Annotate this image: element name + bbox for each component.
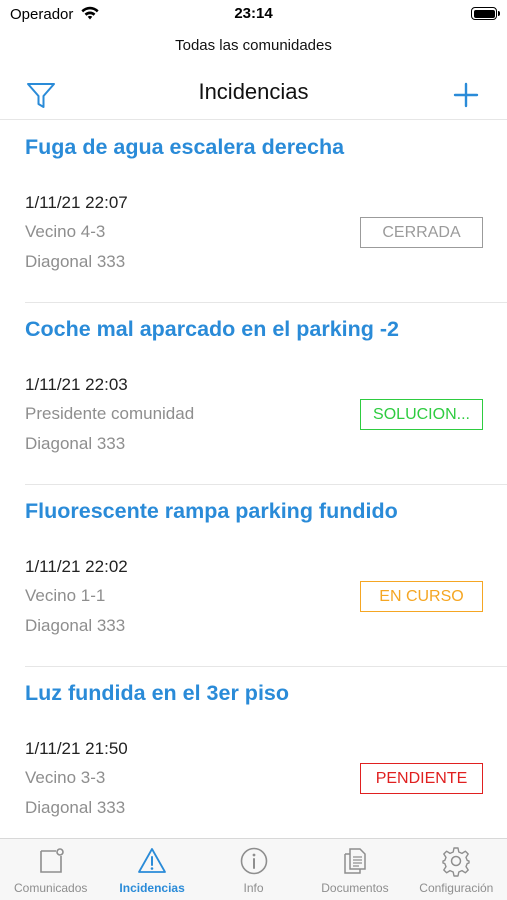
incident-title: Coche mal aparcado en el parking -2 bbox=[25, 317, 399, 341]
tab-documentos[interactable]: Documentos bbox=[304, 839, 405, 900]
status-badge: SOLUCION... bbox=[360, 399, 483, 430]
tab-bar: Comunicados Incidencias Info Documentos … bbox=[0, 838, 507, 900]
incident-address: Diagonal 333 bbox=[25, 616, 126, 635]
incident-date: 1/11/21 22:02 bbox=[25, 557, 128, 576]
tab-label: Documentos bbox=[321, 881, 389, 895]
note-icon bbox=[39, 848, 64, 873]
tab-label: Incidencias bbox=[119, 881, 185, 895]
status-badge: EN CURSO bbox=[360, 581, 483, 612]
tab-label: Comunicados bbox=[14, 881, 88, 895]
status-badge: PENDIENTE bbox=[360, 763, 483, 794]
add-incident-button[interactable] bbox=[449, 78, 483, 112]
tab-label: Configuración bbox=[419, 881, 494, 895]
incident-title: Fluorescente rampa parking fundido bbox=[25, 499, 398, 523]
incident-row[interactable]: Fluorescente rampa parking fundido 1/11/… bbox=[25, 485, 507, 667]
documents-icon bbox=[344, 848, 366, 874]
incident-list: Fuga de agua escalera derecha 1/11/21 22… bbox=[0, 121, 507, 849]
incident-row[interactable]: Fuga de agua escalera derecha 1/11/21 22… bbox=[25, 121, 507, 303]
info-icon bbox=[240, 847, 267, 875]
incident-date: 1/11/21 21:50 bbox=[25, 739, 128, 758]
tab-comunicados[interactable]: Comunicados bbox=[0, 839, 101, 900]
plus-icon bbox=[453, 82, 479, 108]
incident-date: 1/11/21 22:07 bbox=[25, 193, 128, 212]
warning-icon bbox=[138, 848, 167, 873]
battery-icon bbox=[471, 7, 500, 20]
status-bar: Operador 23:14 bbox=[0, 0, 507, 30]
incident-title: Fuga de agua escalera derecha bbox=[25, 135, 345, 159]
page-title: Incidencias bbox=[198, 79, 309, 104]
community-selector[interactable]: Todas las comunidades bbox=[0, 37, 507, 54]
incident-author: Vecino 4-3 bbox=[25, 222, 106, 241]
gear-icon bbox=[442, 847, 471, 877]
incident-author: Presidente comunidad bbox=[25, 404, 195, 423]
status-time: 23:14 bbox=[234, 5, 273, 22]
status-badge: CERRADA bbox=[360, 217, 483, 248]
incident-address: Diagonal 333 bbox=[25, 252, 126, 271]
tab-incidencias[interactable]: Incidencias bbox=[101, 839, 202, 900]
tab-configuracion[interactable]: Configuración bbox=[406, 839, 507, 900]
navigation-bar: Incidencias bbox=[0, 70, 507, 120]
incident-author: Vecino 1-1 bbox=[25, 586, 106, 605]
incident-author: Vecino 3-3 bbox=[25, 768, 106, 787]
tab-label: Info bbox=[243, 881, 264, 895]
tab-info[interactable]: Info bbox=[203, 839, 304, 900]
incident-row[interactable]: Coche mal aparcado en el parking -2 1/11… bbox=[25, 303, 507, 485]
incident-row[interactable]: Luz fundida en el 3er piso 1/11/21 21:50… bbox=[25, 667, 507, 849]
incident-date: 1/11/21 22:03 bbox=[25, 375, 128, 394]
incident-title: Luz fundida en el 3er piso bbox=[25, 681, 290, 705]
incident-address: Diagonal 333 bbox=[25, 798, 126, 817]
incident-address: Diagonal 333 bbox=[25, 434, 126, 453]
